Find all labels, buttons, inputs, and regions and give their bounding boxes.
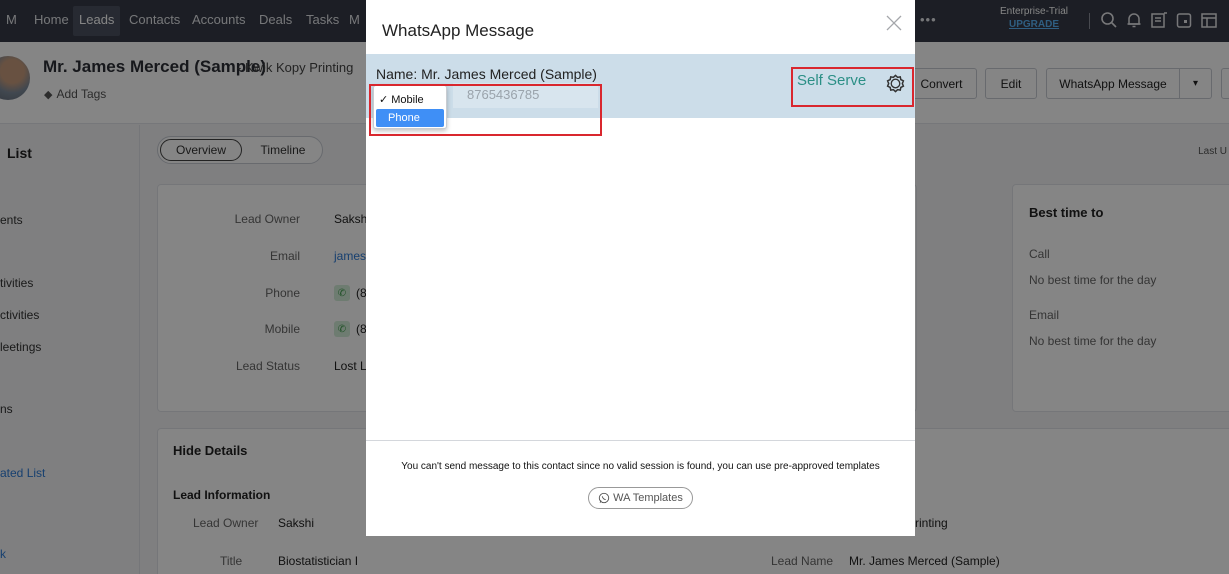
close-icon[interactable] (885, 14, 903, 32)
whatsapp-icon (598, 492, 610, 504)
wa-templates-label: WA Templates (613, 492, 683, 504)
wa-templates-button[interactable]: WA Templates (588, 487, 693, 509)
contact-name: Name: Mr. James Merced (Sample) (376, 66, 597, 82)
session-warning-message: You can't send message to this contact s… (401, 461, 880, 472)
whatsapp-modal: WhatsApp Message Name: Mr. James Merced … (366, 0, 915, 536)
highlight-number-selector (369, 84, 602, 136)
modal-title: WhatsApp Message (382, 21, 535, 40)
footer-divider (366, 440, 915, 441)
highlight-self-serve (791, 67, 914, 107)
